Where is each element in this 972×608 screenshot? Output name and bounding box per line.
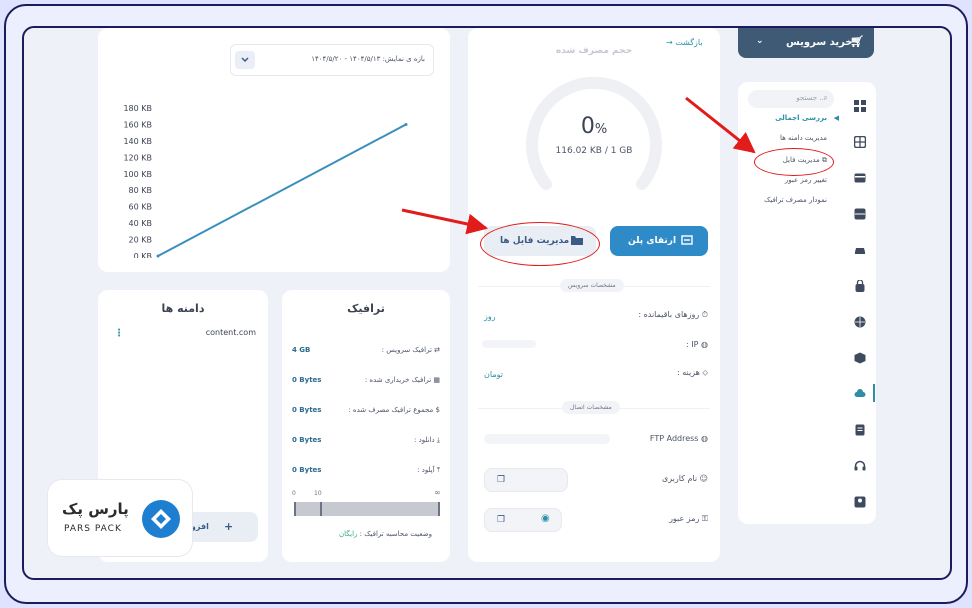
logo-name-fa: پارس پک <box>62 500 129 518</box>
app-window: بازه ی نمایش: ۱۴۰۴/۵/۱۳ - ۱۴۰۴/۵/۲۰ 0 KB… <box>22 26 952 580</box>
logo-name-en: PARS PACK <box>64 524 122 534</box>
parspack-logo: پارس پک PARS PACK <box>48 480 192 556</box>
logo-mark-icon <box>142 500 180 538</box>
